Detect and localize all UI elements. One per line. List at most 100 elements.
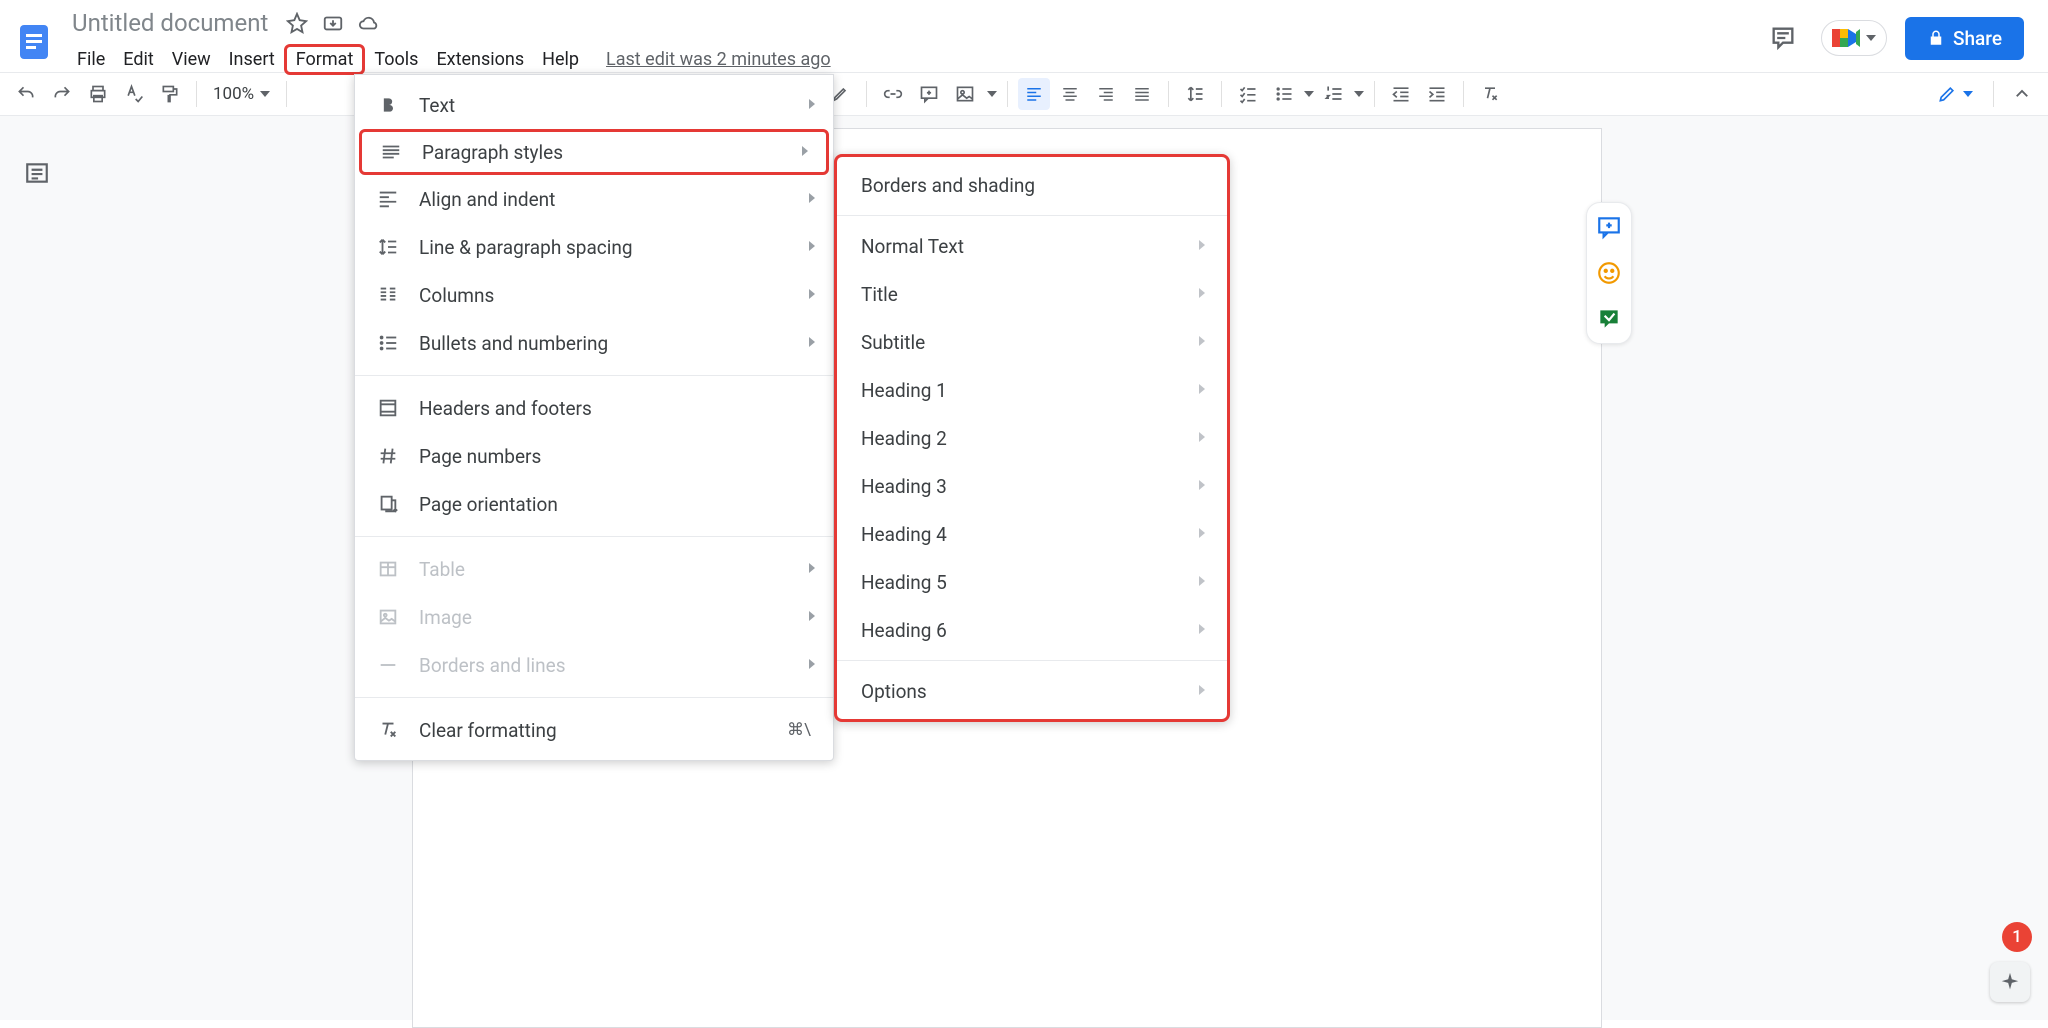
caret-down-icon[interactable] <box>987 91 997 97</box>
notification-badge[interactable]: 1 <box>2002 922 2032 952</box>
add-comment-icon[interactable] <box>913 78 945 110</box>
style-options[interactable]: Options <box>837 667 1227 715</box>
titlebar: Untitled document File Edit View Insert … <box>0 0 2048 72</box>
caret-down-icon[interactable] <box>1354 91 1364 97</box>
toolbar: 100% <box>0 72 2048 116</box>
format-menu-align-and-indent[interactable]: Align and indent <box>355 175 833 223</box>
insert-link-icon[interactable] <box>877 78 909 110</box>
indent-increase-icon[interactable] <box>1421 78 1453 110</box>
menu-help[interactable]: Help <box>533 44 588 75</box>
style-heading-5[interactable]: Heading 5 <box>837 558 1227 606</box>
align-icon <box>375 186 401 212</box>
menu-view[interactable]: View <box>163 44 220 75</box>
spacing-icon <box>375 234 401 260</box>
style-heading-6[interactable]: Heading 6 <box>837 606 1227 654</box>
hf-icon <box>375 395 401 421</box>
checklist-icon[interactable] <box>1232 78 1264 110</box>
show-outline-icon[interactable] <box>24 160 56 192</box>
style-heading-1[interactable]: Heading 1 <box>837 366 1227 414</box>
side-tools <box>1586 202 1632 344</box>
menu-item-label: Page orientation <box>419 493 558 516</box>
menu-format[interactable]: Format <box>284 44 366 75</box>
submenu-arrow-icon <box>809 336 815 350</box>
format-menu-page-orientation[interactable]: Page orientation <box>355 480 833 528</box>
star-icon[interactable] <box>286 12 308 34</box>
format-menu-table: Table <box>355 545 833 593</box>
submenu-arrow-icon <box>809 562 815 576</box>
zoom-selector[interactable]: 100% <box>207 84 276 104</box>
meet-button[interactable] <box>1821 20 1887 56</box>
caret-down-icon <box>1963 91 1973 97</box>
last-edit-link[interactable]: Last edit was 2 minutes ago <box>606 49 831 70</box>
menu-item-label: Align and indent <box>419 188 555 211</box>
style-heading-2[interactable]: Heading 2 <box>837 414 1227 462</box>
cloud-icon[interactable] <box>358 12 380 34</box>
format-menu-line-paragraph-spacing[interactable]: Line & paragraph spacing <box>355 223 833 271</box>
shortcut-label: ⌘\ <box>787 720 811 740</box>
undo-icon[interactable] <box>10 78 42 110</box>
docs-logo[interactable] <box>8 8 60 74</box>
submenu-arrow-icon <box>1199 431 1205 445</box>
format-menu-paragraph-styles[interactable]: Paragraph styles <box>359 129 829 175</box>
collapse-toolbar-icon[interactable] <box>2006 78 2038 110</box>
document-title[interactable]: Untitled document <box>68 7 272 39</box>
align-center-icon[interactable] <box>1054 78 1086 110</box>
submenu-item-label: Subtitle <box>861 331 925 354</box>
submenu-item-label: Options <box>861 680 927 703</box>
menu-item-label: Bullets and numbering <box>419 332 608 355</box>
submenu-arrow-icon <box>809 98 815 112</box>
spellcheck-icon[interactable] <box>118 78 150 110</box>
align-left-icon[interactable] <box>1018 78 1050 110</box>
suggest-edits-icon[interactable] <box>1595 305 1623 333</box>
bold-icon <box>375 92 401 118</box>
format-menu-bullets-and-numbering[interactable]: Bullets and numbering <box>355 319 833 367</box>
style-heading-4[interactable]: Heading 4 <box>837 510 1227 558</box>
menu-file[interactable]: File <box>68 44 114 75</box>
menubar: File Edit View Insert Format Tools Exten… <box>68 42 831 76</box>
emoji-reaction-icon[interactable] <box>1595 259 1623 287</box>
format-menu-columns[interactable]: Columns <box>355 271 833 319</box>
clear-icon <box>375 717 401 743</box>
caret-down-icon[interactable] <box>1304 91 1314 97</box>
format-menu-clear-formatting[interactable]: Clear formatting ⌘\ <box>355 706 833 754</box>
submenu-arrow-icon <box>809 192 815 206</box>
move-icon[interactable] <box>322 12 344 34</box>
comments-history-icon[interactable] <box>1763 18 1803 58</box>
submenu-item-label: Heading 4 <box>861 523 947 546</box>
numbered-list-icon[interactable] <box>1318 78 1350 110</box>
indent-decrease-icon[interactable] <box>1385 78 1417 110</box>
submenu-arrow-icon <box>809 288 815 302</box>
format-menu: TextParagraph styles Align and indent Line… <box>354 74 834 761</box>
submenu-arrow-icon <box>809 610 815 624</box>
menu-extensions[interactable]: Extensions <box>427 44 533 75</box>
format-menu-headers-and-footers[interactable]: Headers and footers <box>355 384 833 432</box>
menu-edit[interactable]: Edit <box>114 44 162 75</box>
lines-icon <box>378 139 404 165</box>
explore-icon[interactable] <box>1990 962 2030 1002</box>
menu-item-label: Clear formatting <box>419 719 557 742</box>
format-menu-text[interactable]: Text <box>355 81 833 129</box>
paint-format-icon[interactable] <box>154 78 186 110</box>
insert-image-icon[interactable] <box>949 78 981 110</box>
hash-icon <box>375 443 401 469</box>
pencil-icon <box>1937 84 1957 104</box>
add-comment-side-icon[interactable] <box>1595 213 1623 241</box>
image-icon <box>375 604 401 630</box>
style-borders-and-shading[interactable]: Borders and shading <box>837 161 1227 209</box>
style-heading-3[interactable]: Heading 3 <box>837 462 1227 510</box>
menu-tools[interactable]: Tools <box>365 44 427 75</box>
editing-mode-button[interactable] <box>1929 80 1981 108</box>
align-justify-icon[interactable] <box>1126 78 1158 110</box>
style-title[interactable]: Title <box>837 270 1227 318</box>
share-button[interactable]: Share <box>1905 17 2024 60</box>
style-normal-text[interactable]: Normal Text <box>837 222 1227 270</box>
print-icon[interactable] <box>82 78 114 110</box>
bulleted-list-icon[interactable] <box>1268 78 1300 110</box>
clear-formatting-icon[interactable] <box>1474 78 1506 110</box>
format-menu-page-numbers[interactable]: Page numbers <box>355 432 833 480</box>
align-right-icon[interactable] <box>1090 78 1122 110</box>
menu-insert[interactable]: Insert <box>220 44 284 75</box>
style-subtitle[interactable]: Subtitle <box>837 318 1227 366</box>
redo-icon[interactable] <box>46 78 78 110</box>
line-spacing-icon[interactable] <box>1179 78 1211 110</box>
